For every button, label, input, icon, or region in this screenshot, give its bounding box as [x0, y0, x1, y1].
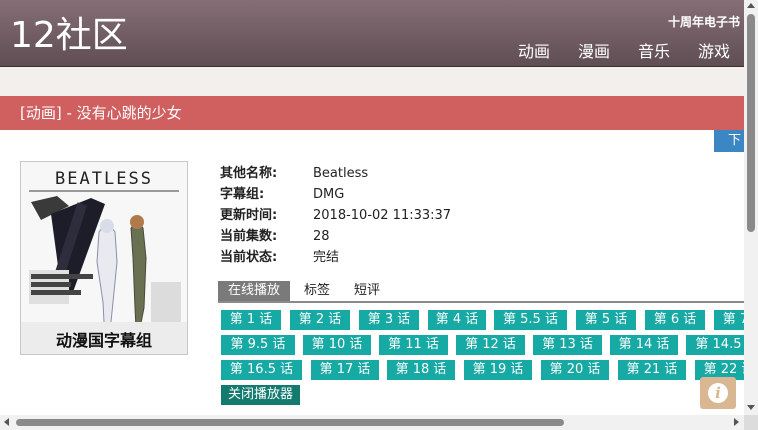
- promo-link[interactable]: 十周年电子书: [668, 13, 740, 30]
- episode-button[interactable]: 第 7 话: [714, 310, 744, 330]
- episode-button[interactable]: 第 12 话: [456, 335, 525, 355]
- vertical-scrollbar[interactable]: [744, 0, 758, 415]
- info-row-episodes: 当前集数: 28: [220, 226, 451, 247]
- download-button[interactable]: 下: [714, 130, 744, 152]
- episode-button[interactable]: 第 1 话: [221, 310, 281, 330]
- info-panel: 其他名称: Beatless 字幕组: DMG 更新时间: 2018-10-02…: [220, 163, 451, 268]
- episode-button[interactable]: 第 16.5 话: [221, 360, 302, 380]
- episode-button[interactable]: 第 2 话: [290, 310, 350, 330]
- cover-title-text: BEATLESS: [55, 169, 153, 189]
- nav-anime[interactable]: 动画: [518, 38, 550, 62]
- cover-footer-text: 动漫国字幕组: [56, 331, 152, 350]
- episode-button[interactable]: 第 20 话: [541, 360, 609, 380]
- info-label: 当前状态:: [220, 250, 278, 265]
- episode-button[interactable]: 第 18 话: [387, 360, 455, 380]
- info-row-status: 当前状态: 完结: [220, 247, 451, 268]
- scroll-left-arrow-icon[interactable]: [4, 418, 9, 426]
- info-value: 完结: [313, 250, 340, 265]
- info-label: 更新时间:: [220, 208, 278, 223]
- info-row-subgroup: 字幕组: DMG: [220, 184, 451, 205]
- site-logo[interactable]: 12社区: [10, 14, 128, 58]
- episode-button[interactable]: 第 10 话: [303, 335, 371, 355]
- info-value: DMG: [313, 187, 345, 202]
- close-player-button[interactable]: 关闭播放器: [221, 385, 301, 405]
- episode-button[interactable]: 第 14 话: [610, 335, 678, 355]
- episode-button[interactable]: 第 13 话: [533, 335, 602, 355]
- page-title: [动画] - 没有心跳的少女: [20, 104, 182, 122]
- episode-button[interactable]: 第 3 话: [359, 310, 419, 330]
- info-label: 字幕组:: [220, 187, 265, 202]
- tab-online-play[interactable]: 在线播放: [218, 281, 291, 301]
- scroll-right-arrow-icon[interactable]: [734, 418, 739, 426]
- nav-music[interactable]: 音乐: [638, 38, 670, 62]
- info-value: Beatless: [313, 166, 369, 181]
- horizontal-scrollbar[interactable]: [0, 415, 744, 430]
- info-label: 当前集数:: [220, 229, 278, 244]
- page: 12社区 十周年电子书 动画 漫画 音乐 游戏 [动画] - 没有心跳的少女 下…: [0, 0, 744, 415]
- site-header: 12社区 十周年电子书 动画 漫画 音乐 游戏: [0, 0, 744, 67]
- content-area: 下 BEATLESS 动漫国字幕组 其他名称: Beatless 字幕组: DM…: [0, 130, 744, 415]
- episode-button[interactable]: 第 6 话: [645, 310, 705, 330]
- tab-tags[interactable]: 标签: [304, 281, 330, 301]
- episode-button[interactable]: 第 17 话: [311, 360, 379, 380]
- episode-button[interactable]: 第 4 话: [428, 310, 486, 330]
- tab-bar: 在线播放 标签 短评: [218, 281, 744, 303]
- episode-button[interactable]: 第 5.5 话: [494, 310, 567, 330]
- info-label: 其他名称:: [220, 166, 278, 181]
- nav-manga[interactable]: 漫画: [578, 38, 610, 62]
- info-icon: i: [708, 383, 728, 403]
- tab-comments[interactable]: 短评: [354, 281, 380, 301]
- info-value: 28: [313, 229, 330, 244]
- episode-button[interactable]: 第 21 话: [618, 360, 686, 380]
- episode-button[interactable]: 第 5 话: [576, 310, 636, 330]
- vertical-scroll-thumb[interactable]: [747, 14, 755, 232]
- episode-button[interactable]: 第 11 话: [379, 335, 448, 355]
- episode-button[interactable]: 第 19 话: [464, 360, 532, 380]
- episode-button[interactable]: 第 14.5 话: [686, 335, 744, 355]
- info-button[interactable]: i: [700, 377, 736, 409]
- cover-image[interactable]: BEATLESS 动漫国字幕组: [20, 161, 188, 355]
- episode-button[interactable]: 第 9.5 话: [221, 335, 295, 355]
- info-value: 2018-10-02 11:33:37: [313, 208, 452, 223]
- info-row-alt-name: 其他名称: Beatless: [220, 163, 451, 184]
- scroll-down-arrow-icon[interactable]: [747, 405, 755, 410]
- scrollbar-corner: [744, 415, 758, 430]
- cover-art: BEATLESS 动漫国字幕组: [21, 162, 187, 354]
- page-title-bar: [动画] - 没有心跳的少女: [0, 96, 744, 130]
- horizontal-scroll-thumb[interactable]: [16, 419, 564, 426]
- scroll-up-arrow-icon[interactable]: [747, 3, 755, 8]
- info-row-updated: 更新时间: 2018-10-02 11:33:37: [220, 205, 451, 226]
- main-nav: 动画 漫画 音乐 游戏: [490, 38, 730, 62]
- nav-games[interactable]: 游戏: [698, 38, 730, 62]
